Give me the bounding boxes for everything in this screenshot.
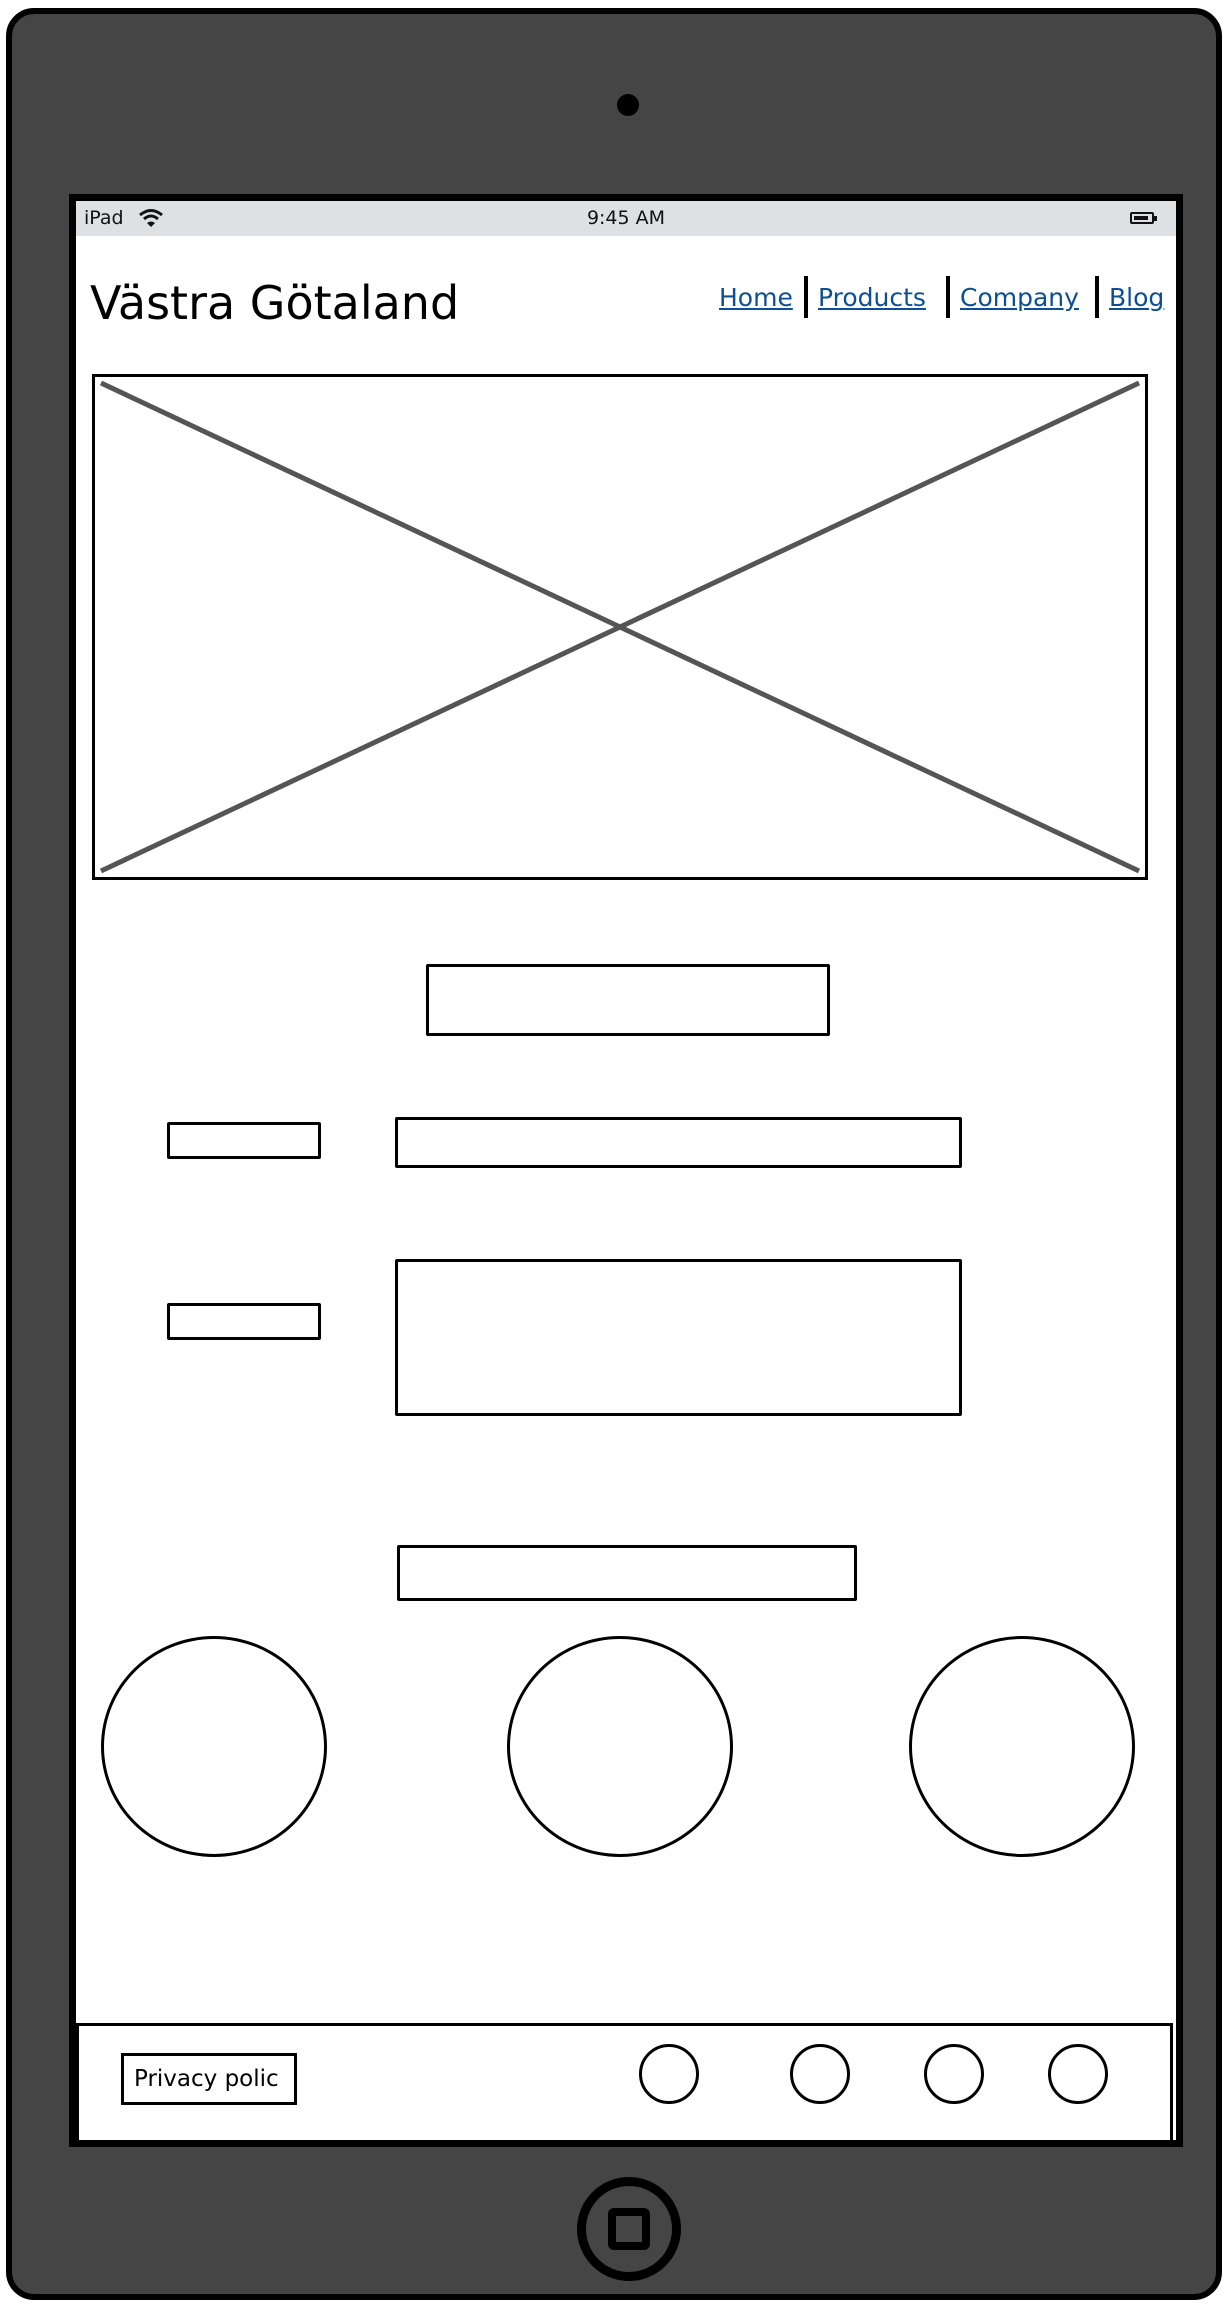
social-icon[interactable] [790, 2044, 850, 2104]
privacy-policy-button[interactable]: Privacy polic [121, 2053, 297, 2105]
submit-button[interactable] [397, 1545, 857, 1601]
nav-separator [804, 276, 808, 318]
image-placeholder-icon [99, 380, 1141, 874]
feature-circle [101, 1636, 327, 1857]
form-input-field[interactable] [395, 1117, 962, 1168]
nav-link-blog[interactable]: Blog [1109, 283, 1164, 312]
ipad-device-frame: iPad 9:45 AM Västra Götaland Home Produc… [6, 8, 1222, 2300]
screen: iPad 9:45 AM Västra Götaland Home Produc… [69, 194, 1183, 2147]
social-icon[interactable] [639, 2044, 699, 2104]
nav-separator [946, 276, 950, 318]
status-time: 9:45 AM [586, 207, 666, 229]
feature-circle [507, 1636, 733, 1857]
camera-icon [617, 94, 639, 116]
nav-separator [1095, 276, 1099, 318]
section-heading-box [426, 964, 830, 1036]
status-bar: iPad 9:45 AM [76, 201, 1176, 236]
social-icon[interactable] [924, 2044, 984, 2104]
form-textarea-field[interactable] [395, 1259, 962, 1416]
nav-link-home[interactable]: Home [719, 283, 793, 312]
form-label-box [167, 1303, 321, 1340]
social-icon[interactable] [1048, 2044, 1108, 2104]
home-button-icon [608, 2208, 650, 2250]
page-title: Västra Götaland [90, 276, 460, 330]
nav-link-company[interactable]: Company [960, 283, 1079, 312]
feature-circle [909, 1636, 1135, 1857]
nav-link-products[interactable]: Products [818, 283, 926, 312]
home-button[interactable] [577, 2177, 681, 2281]
hero-image-placeholder [92, 374, 1148, 880]
form-label-box [167, 1122, 321, 1159]
main-nav: Home Products Company Blog [696, 271, 1176, 321]
battery-icon [1130, 212, 1157, 224]
footer: Privacy polic [76, 2023, 1173, 2140]
